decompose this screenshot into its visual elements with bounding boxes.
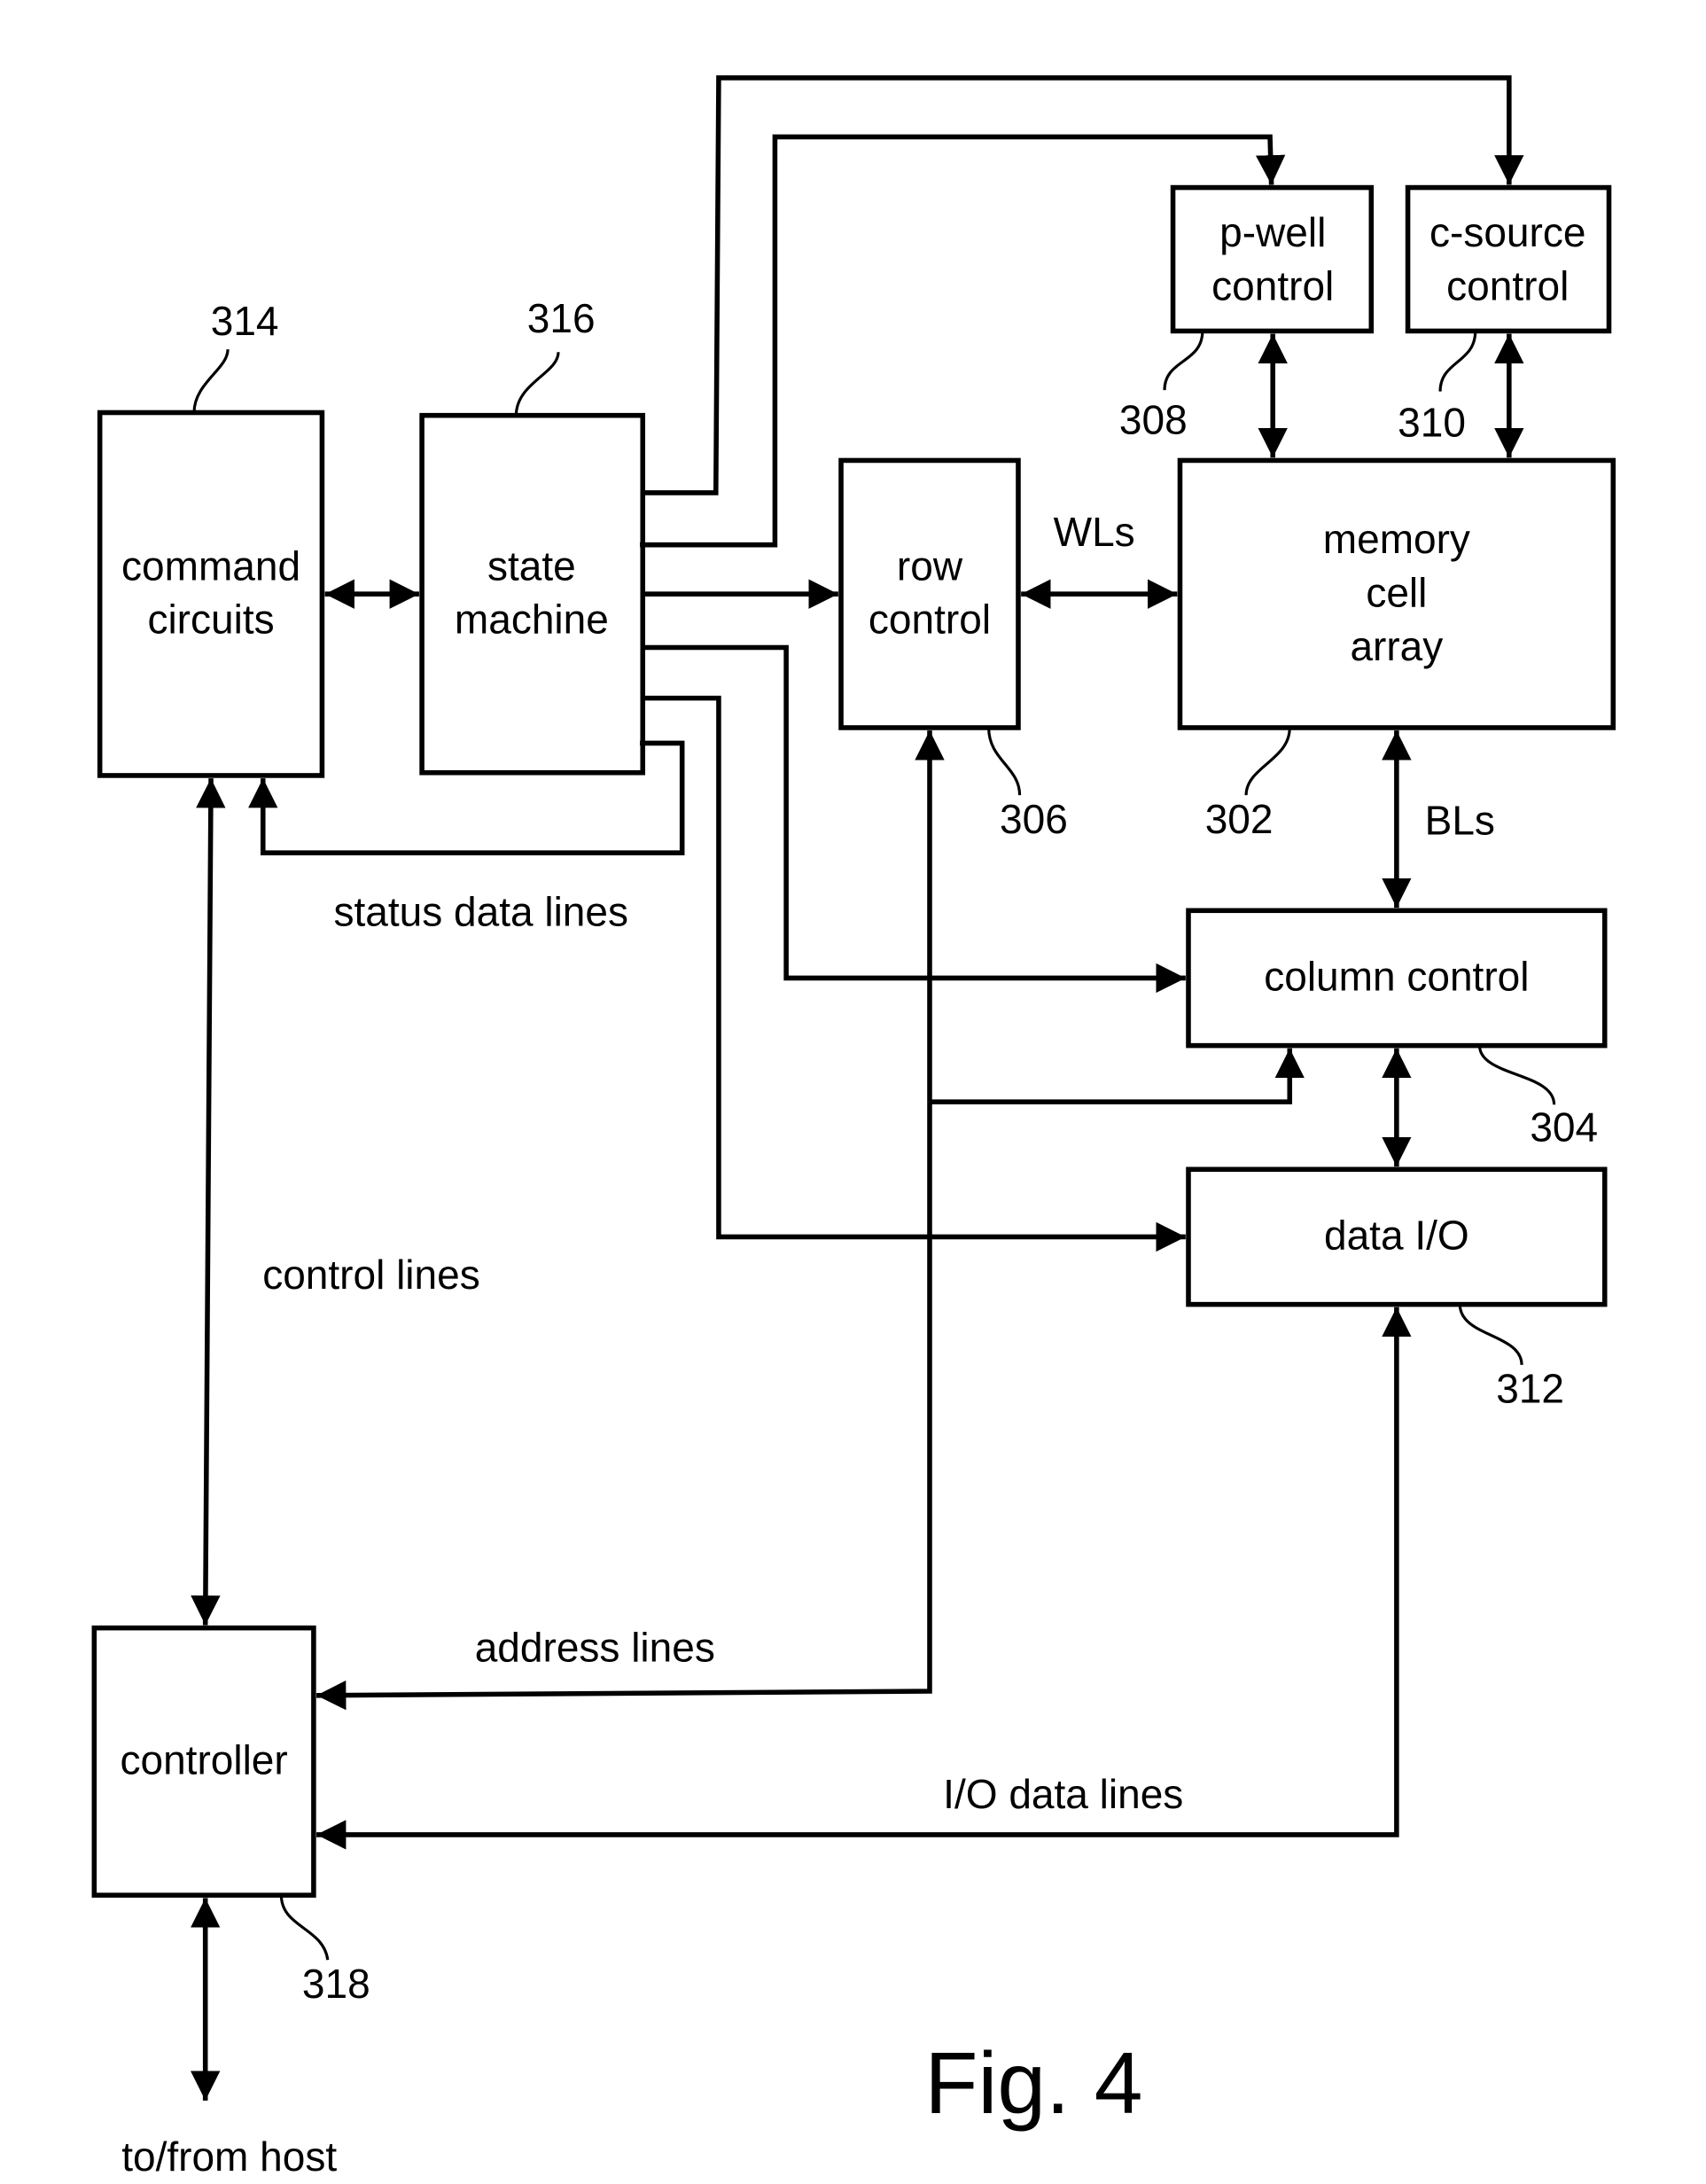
control-lines-label: control lines (262, 1252, 480, 1298)
memory-cell-array-label-3: array (1350, 623, 1443, 669)
memory-cell-array-label-2: cell (1366, 569, 1427, 615)
ref-310: 310 (1398, 399, 1466, 445)
p-well-control-label-2: control (1211, 263, 1334, 309)
io-data-lines-wire (316, 1306, 1412, 1850)
row-control-block: row control (838, 457, 1021, 730)
ref-302: 302 (1205, 796, 1274, 842)
state-machine-label-2: machine (455, 597, 609, 643)
ref-312: 312 (1496, 1366, 1564, 1412)
p-well-control-block: p-well control (1170, 184, 1375, 334)
column-control-block: column control (1186, 908, 1608, 1049)
figure-title: Fig. 4 (924, 2034, 1142, 2132)
command-circuits-block: command circuits (97, 410, 325, 778)
column-control-label: column control (1264, 954, 1529, 1000)
state-machine-label-1: state (487, 542, 576, 589)
address-to-column-control-wire (929, 1048, 1305, 1104)
controller-block: controller (91, 1625, 316, 1898)
controller-label: controller (120, 1737, 287, 1783)
leader-312 (1458, 1304, 1523, 1366)
control-lines-wire (191, 778, 226, 1626)
wls-label: WLs (1054, 509, 1135, 555)
io-data-lines-label: I/O data lines (943, 1771, 1183, 1817)
ref-306: 306 (1000, 796, 1068, 842)
c-source-control-label-1: c-source (1429, 209, 1585, 255)
leader-304 (1477, 1045, 1556, 1105)
ref-316: 316 (527, 295, 596, 341)
leader-316 (514, 352, 560, 416)
address-lines-label: address lines (475, 1625, 715, 1671)
leader-306 (987, 727, 1022, 796)
state-machine-block: state machine (419, 412, 646, 776)
command-circuits-label-2: circuits (147, 597, 274, 643)
data-io-block: data I/O (1186, 1166, 1608, 1307)
memory-cell-array-block: memory cell array (1177, 457, 1616, 730)
p-well-control-label-1: p-well (1219, 209, 1326, 255)
status-data-lines-label: status data lines (333, 889, 628, 935)
c-source-control-label-2: control (1446, 263, 1569, 309)
ref-318: 318 (302, 1961, 370, 2007)
host-label: to/from host (121, 2133, 337, 2180)
leader-314 (192, 348, 230, 413)
leader-318 (279, 1895, 330, 1961)
command-circuits-label-1: command (121, 542, 300, 589)
ref-304: 304 (1530, 1104, 1598, 1150)
bls-label: BLs (1425, 798, 1495, 844)
leader-302 (1244, 727, 1291, 796)
connections (191, 75, 1524, 2101)
block-diagram: command circuits state machine row contr… (91, 75, 1616, 2180)
data-io-label: data I/O (1324, 1213, 1469, 1259)
sm-to-data-io-wire (643, 695, 1186, 1252)
c-source-control-block: c-source control (1405, 184, 1612, 334)
ref-314: 314 (211, 298, 279, 344)
leader-310 (1438, 331, 1477, 392)
row-control-label-2: control (869, 597, 991, 643)
memory-cell-array-label-1: memory (1323, 516, 1470, 562)
leader-308 (1163, 331, 1204, 391)
row-control-label-1: row (897, 542, 963, 589)
ref-308: 308 (1119, 396, 1188, 442)
address-lines-wire (316, 1102, 932, 1711)
